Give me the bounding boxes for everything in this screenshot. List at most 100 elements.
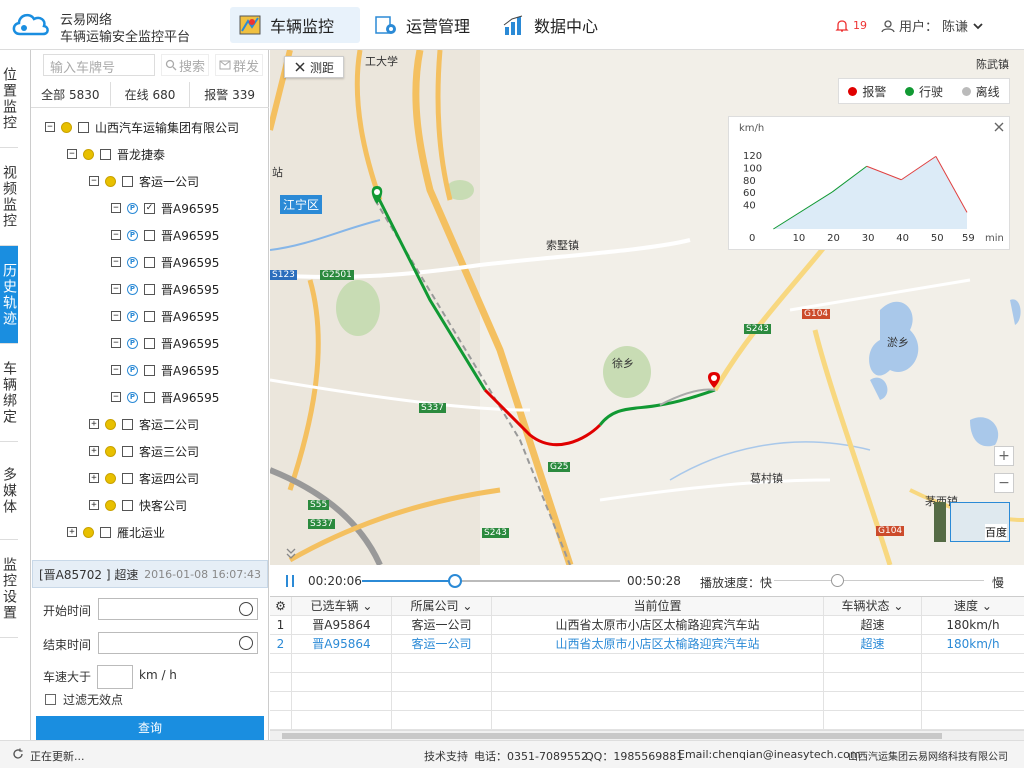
side-nav-multimedia[interactable]: 多媒体 — [0, 442, 18, 540]
map-type-thumbnail[interactable]: 百度 — [950, 502, 1010, 542]
zoom-in-button[interactable]: + — [994, 446, 1014, 466]
playback-slider-handle[interactable] — [447, 574, 462, 588]
side-nav-history-track[interactable]: 历史轨迹 — [0, 246, 18, 344]
table-row[interactable] — [270, 711, 1024, 730]
expand-icon[interactable]: + — [89, 473, 99, 483]
side-nav-vehicle-binding[interactable]: 车辆绑定 — [0, 344, 18, 442]
pause-icon[interactable] — [284, 574, 296, 588]
tab-alarm[interactable]: 报警 339 — [190, 82, 269, 107]
collapse-icon[interactable]: − — [67, 149, 77, 159]
close-icon[interactable] — [993, 121, 1005, 133]
collapse-icon[interactable]: − — [111, 365, 121, 375]
start-time-input[interactable] — [98, 598, 258, 620]
tree-node[interactable]: + 客运三公司 — [89, 442, 199, 460]
expand-icon[interactable]: + — [89, 419, 99, 429]
clock-icon[interactable] — [239, 636, 253, 650]
speed-track[interactable] — [774, 574, 984, 587]
tree-checkbox[interactable] — [144, 337, 155, 349]
table-row[interactable] — [270, 692, 1024, 711]
nav-data-center[interactable]: 数据中心 — [494, 7, 614, 43]
table-row[interactable]: 1 晋A95864 客运一公司 山西省太原市小店区太榆路迎宾汽车站 超速 180km/h — [270, 616, 1024, 635]
tree-node[interactable]: + 快客公司 — [89, 496, 187, 514]
col-header[interactable]: 所属公司 ⌄ — [392, 597, 492, 615]
tree-checkbox[interactable] — [100, 148, 111, 160]
search-button[interactable]: 搜索 — [161, 54, 210, 76]
double-chevron-down-icon[interactable] — [284, 546, 298, 560]
tree-node[interactable]: − P ✓ 晋A96595 — [111, 199, 219, 217]
satellite-toggle[interactable] — [934, 502, 946, 542]
collapse-icon[interactable]: − — [111, 203, 121, 213]
playback-track[interactable] — [362, 574, 620, 588]
scrollbar-thumb[interactable] — [282, 733, 942, 739]
tree-checkbox[interactable] — [122, 472, 133, 484]
collapse-icon[interactable]: − — [111, 311, 121, 321]
collapse-icon[interactable]: − — [111, 230, 121, 240]
collapse-icon[interactable]: − — [45, 122, 55, 132]
tree-checkbox[interactable] — [144, 256, 155, 268]
expand-icon[interactable]: + — [89, 500, 99, 510]
filter-invalid-checkbox[interactable] — [45, 694, 56, 705]
collapse-icon[interactable]: − — [89, 176, 99, 186]
group-send-button[interactable]: 群发 — [215, 54, 264, 76]
tree-node[interactable]: − 山西汽车运输集团有限公司 — [45, 118, 239, 136]
tree-checkbox[interactable] — [122, 499, 133, 511]
col-header[interactable]: 速度 ⌄ — [922, 597, 1024, 615]
tree-node[interactable]: − P 晋A96595 — [111, 388, 219, 406]
gear-icon[interactable]: ⚙ — [270, 597, 292, 615]
tab-all[interactable]: 全部 5830 — [31, 82, 111, 107]
collapse-icon[interactable]: − — [111, 257, 121, 267]
tree-checkbox[interactable] — [122, 445, 133, 457]
tree-node[interactable]: − P 晋A96595 — [111, 361, 219, 379]
nav-vehicle-monitor[interactable]: 车辆监控 — [230, 7, 360, 43]
chevron-down-icon[interactable] — [972, 21, 984, 31]
col-header[interactable]: 已选车辆 ⌄ — [292, 597, 392, 615]
col-header[interactable]: 当前位置 — [492, 597, 824, 615]
tree-checkbox[interactable] — [144, 229, 155, 241]
zoom-out-button[interactable]: − — [994, 473, 1014, 493]
expand-icon[interactable]: + — [67, 527, 77, 537]
table-row[interactable] — [270, 673, 1024, 692]
tree-node[interactable]: − P 晋A96595 — [111, 307, 219, 325]
tree-checkbox[interactable]: ✓ — [144, 202, 155, 214]
tree-checkbox[interactable] — [144, 364, 155, 376]
tree-checkbox[interactable] — [100, 526, 111, 538]
tree-checkbox[interactable] — [122, 175, 133, 187]
end-time-input[interactable] — [98, 632, 258, 654]
map-view[interactable]: 江宁区 索墅镇 徐乡 葛村镇 茅西镇 陈武镇 淤乡 站 工大学 S123 G25… — [270, 50, 1024, 565]
user-name[interactable]: 陈谦 — [942, 16, 968, 35]
tab-online[interactable]: 在线 680 — [111, 82, 191, 107]
table-row[interactable]: 2 晋A95864 客运一公司 山西省太原市小店区太榆路迎宾汽车站 超速 180km/h — [270, 635, 1024, 654]
tree-node[interactable]: + 雁北运业 — [67, 523, 165, 541]
table-row[interactable] — [270, 654, 1024, 673]
tree-checkbox[interactable] — [122, 418, 133, 430]
side-nav-monitor-settings[interactable]: 监控设置 — [0, 540, 18, 638]
collapse-icon[interactable]: − — [111, 392, 121, 402]
speed-slider-handle[interactable] — [831, 574, 844, 587]
side-nav-location-monitor[interactable]: 位置监控 — [0, 50, 18, 148]
plate-search-input[interactable]: 输入车牌号 — [43, 54, 155, 76]
clock-icon[interactable] — [239, 602, 253, 616]
alarm-info-bar[interactable]: [晋A85702 ] 超速 2016-01-08 16:07:43 — [32, 560, 268, 588]
horizontal-scrollbar[interactable] — [270, 730, 1024, 740]
query-button[interactable]: 查询 — [36, 716, 264, 740]
tree-checkbox[interactable] — [144, 283, 155, 295]
tree-node[interactable]: − P 晋A96595 — [111, 280, 219, 298]
collapse-icon[interactable]: − — [111, 284, 121, 294]
tree-node[interactable]: + 客运四公司 — [89, 469, 199, 487]
measure-distance-button[interactable]: 测距 — [284, 56, 344, 78]
alarm-count-badge[interactable]: 19 — [853, 19, 867, 32]
side-nav-video-monitor[interactable]: 视频监控 — [0, 148, 18, 246]
tree-node[interactable]: + 客运二公司 — [89, 415, 199, 433]
tree-node[interactable]: − 晋龙捷泰 — [67, 145, 165, 163]
tree-node[interactable]: − 客运一公司 — [89, 172, 199, 190]
expand-icon[interactable]: + — [89, 446, 99, 456]
tree-node[interactable]: − P 晋A96595 — [111, 334, 219, 352]
tree-node[interactable]: − P 晋A96595 — [111, 253, 219, 271]
tree-checkbox[interactable] — [144, 391, 155, 403]
tree-checkbox[interactable] — [78, 121, 89, 133]
tree-checkbox[interactable] — [144, 310, 155, 322]
col-header[interactable]: 车辆状态 ⌄ — [824, 597, 922, 615]
bell-icon[interactable] — [835, 19, 849, 33]
nav-operation-manage[interactable]: 运营管理 — [366, 7, 486, 43]
tree-node[interactable]: − P 晋A96595 — [111, 226, 219, 244]
